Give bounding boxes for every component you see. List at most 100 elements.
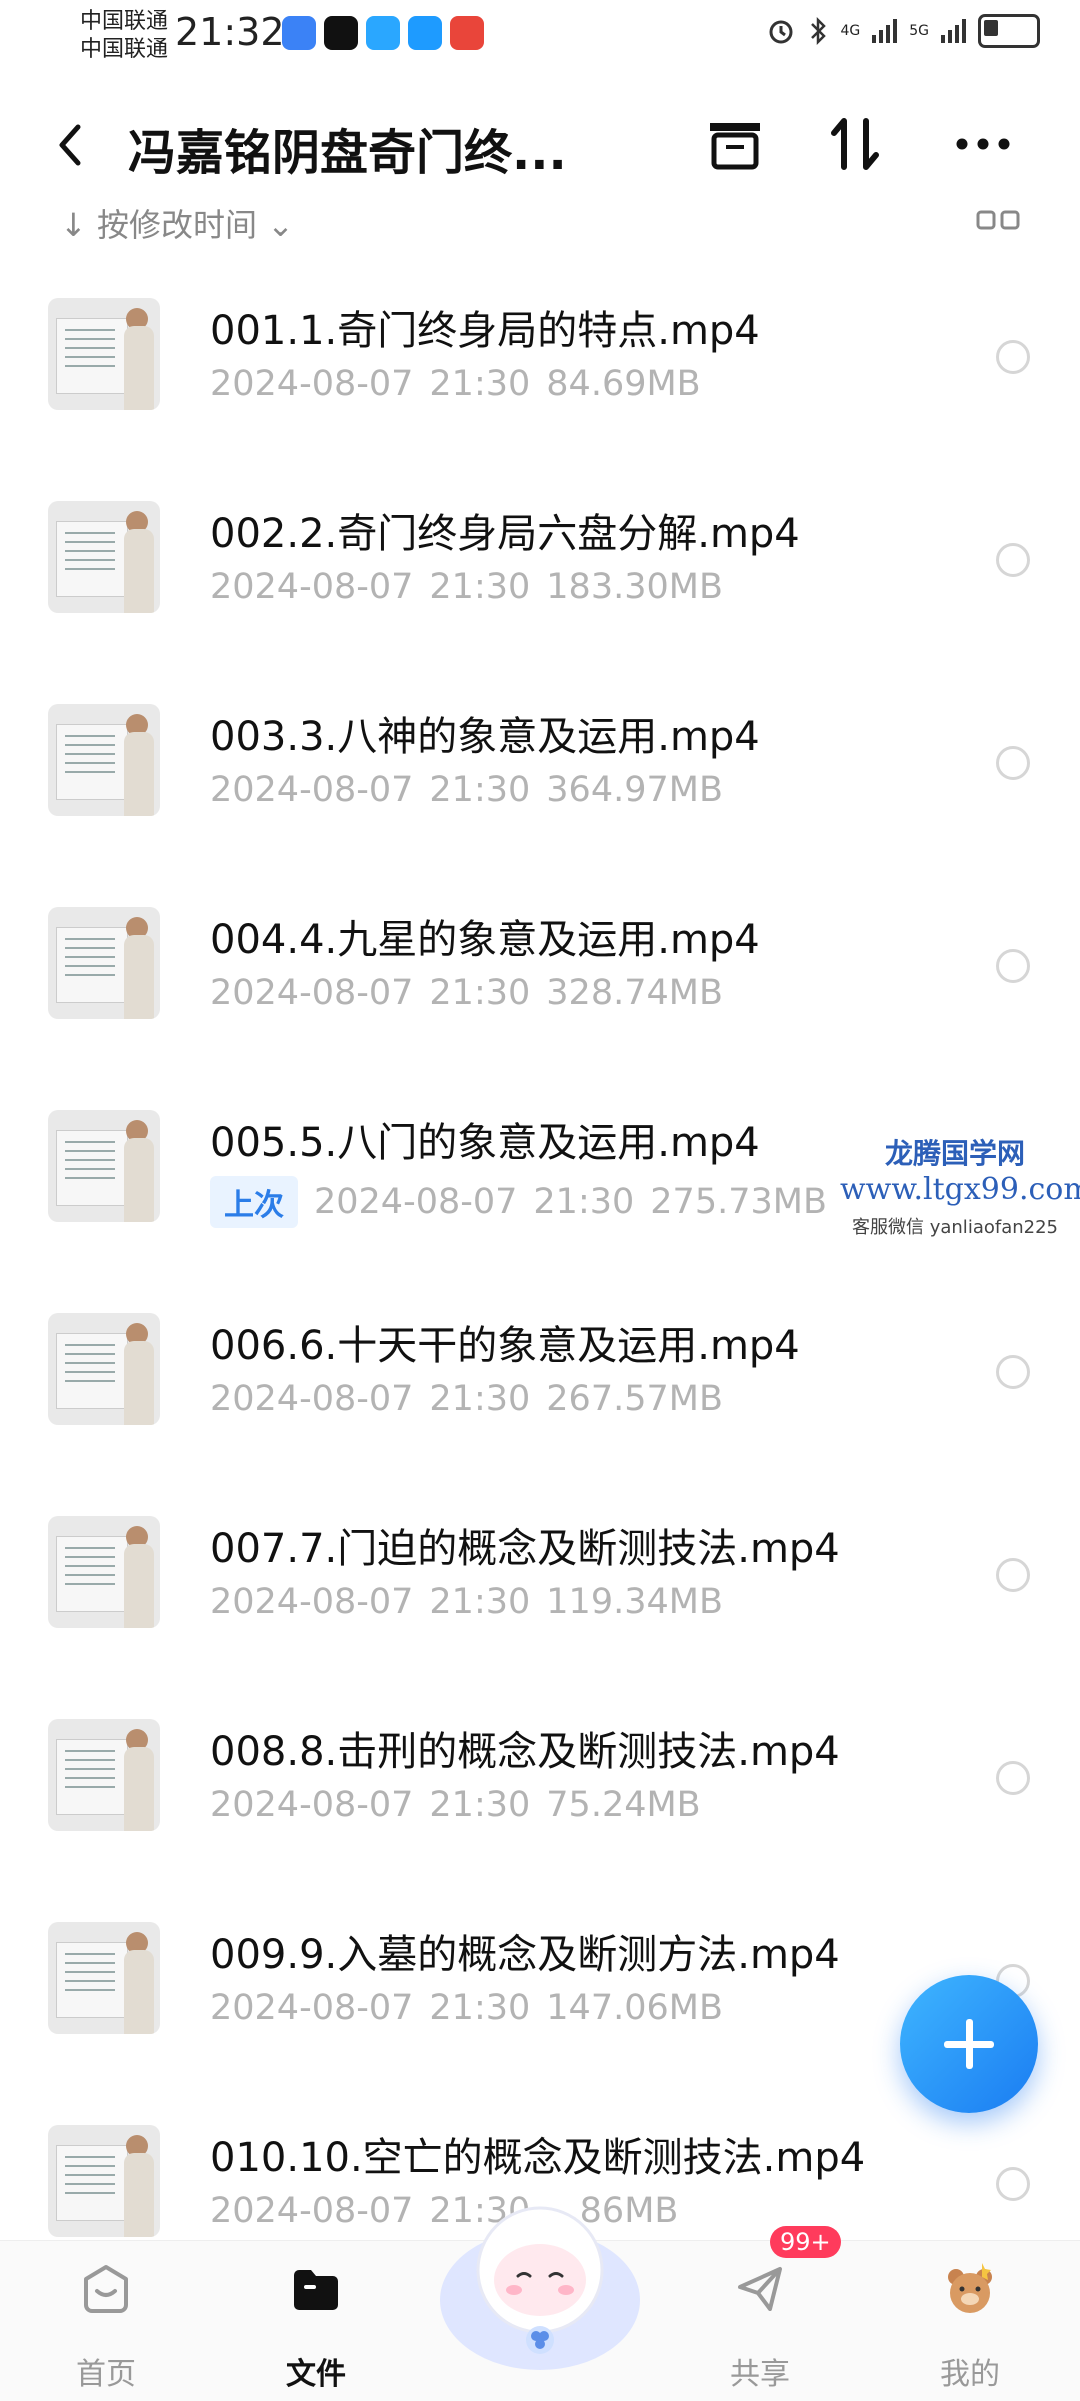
file-time: 21:30 xyxy=(429,567,531,607)
file-date: 2024-08-07 xyxy=(210,1379,414,1419)
file-name: 002.2.奇门终身局六盘分解.mp4 xyxy=(210,511,800,557)
select-radio[interactable] xyxy=(996,1558,1030,1592)
select-radio[interactable] xyxy=(996,1355,1030,1389)
signal-icon xyxy=(872,19,898,43)
whiteboard-image xyxy=(56,1942,128,2018)
system-indicators: 4G 5G xyxy=(766,14,1040,48)
bluetooth-icon xyxy=(811,16,827,46)
sort-icon[interactable] xyxy=(820,109,890,179)
search-app-icon xyxy=(408,16,442,50)
network-type-2: 5G xyxy=(909,23,929,39)
file-name: 009.9.入墓的概念及断测方法.mp4 xyxy=(210,1932,840,1978)
bear-avatar-icon xyxy=(948,2263,992,2313)
add-button[interactable] xyxy=(900,1975,1038,2113)
presenter-body xyxy=(124,1544,154,1628)
presenter-body xyxy=(124,326,154,410)
file-name: 006.6.十天干的象意及运用.mp4 xyxy=(210,1323,800,1369)
file-name: 004.4.九星的象意及运用.mp4 xyxy=(210,917,760,963)
select-radio[interactable] xyxy=(996,949,1030,983)
file-row[interactable]: 002.2.奇门终身局六盘分解.mp4 2024-08-07 21:30 183… xyxy=(0,481,1080,684)
file-meta: 2024-08-07 21:30 364.97MB xyxy=(210,770,723,810)
nav-home[interactable]: 首页 xyxy=(36,2241,176,2401)
select-radio[interactable] xyxy=(996,2167,1030,2201)
file-row[interactable]: 007.7.门迫的概念及断测技法.mp4 2024-08-07 21:30 11… xyxy=(0,1496,1080,1699)
file-row[interactable]: 001.1.奇门终身局的特点.mp4 2024-08-07 21:30 84.6… xyxy=(0,278,1080,481)
file-row[interactable]: 008.8.击刑的概念及断测技法.mp4 2024-08-07 21:30 75… xyxy=(0,1699,1080,1902)
presenter-body xyxy=(124,1341,154,1425)
archive-icon[interactable] xyxy=(700,109,770,179)
shopping-app-icon xyxy=(450,16,484,50)
file-date: 2024-08-07 xyxy=(314,1182,518,1222)
sort-label: 按修改时间 xyxy=(96,206,257,244)
file-size: 183.30MB xyxy=(546,567,723,607)
more-icon[interactable] xyxy=(948,109,1018,179)
chevron-down-icon: ⌄ xyxy=(267,206,294,244)
file-meta: 2024-08-07 21:30 119.34MB xyxy=(210,1582,723,1622)
file-size: 147.06MB xyxy=(546,1988,723,2028)
video-thumbnail xyxy=(48,907,160,1019)
signal-icon-2 xyxy=(941,19,966,43)
alarm-icon xyxy=(769,20,793,44)
video-thumbnail xyxy=(48,1313,160,1425)
file-row[interactable]: 003.3.八神的象意及运用.mp4 2024-08-07 21:30 364.… xyxy=(0,684,1080,887)
file-date: 2024-08-07 xyxy=(210,973,414,1013)
carrier-labels: 中国联通 中国联通 xyxy=(80,8,168,64)
whiteboard-image xyxy=(56,724,128,800)
nav-share[interactable]: 共享 xyxy=(690,2241,830,2401)
whiteboard-image xyxy=(56,1739,128,1815)
status-bar: 中国联通 中国联通 21:32 4G 5G xyxy=(0,0,1080,70)
file-size: 75.24MB xyxy=(546,1785,701,1825)
file-name: 008.8.击刑的概念及断测技法.mp4 xyxy=(210,1729,840,1775)
whiteboard-image xyxy=(56,1536,128,1612)
share-badge: 99+ xyxy=(770,2226,841,2258)
select-radio[interactable] xyxy=(996,543,1030,577)
mascot-icon[interactable] xyxy=(430,2180,650,2380)
select-radio[interactable] xyxy=(996,1761,1030,1795)
select-radio[interactable] xyxy=(996,746,1030,780)
nav-me[interactable]: 我的 xyxy=(900,2241,1040,2401)
whiteboard-image xyxy=(56,318,128,394)
file-date: 2024-08-07 xyxy=(210,1988,414,2028)
file-row[interactable]: 004.4.九星的象意及运用.mp4 2024-08-07 21:30 328.… xyxy=(0,887,1080,1090)
presenter-body xyxy=(124,1747,154,1831)
select-radio[interactable] xyxy=(996,340,1030,374)
video-thumbnail xyxy=(48,1110,160,1222)
presenter-body xyxy=(124,529,154,613)
file-time: 21:30 xyxy=(429,1988,531,2028)
sort-arrow-icon: ↓ xyxy=(60,206,87,244)
whiteboard-image xyxy=(56,521,128,597)
video-thumbnail xyxy=(48,704,160,816)
grid-view-icon[interactable] xyxy=(976,206,1020,236)
nav-files[interactable]: 文件 xyxy=(246,2241,386,2401)
video-thumbnail xyxy=(48,1516,160,1628)
back-arrow-icon[interactable] xyxy=(48,117,96,173)
whiteboard-image xyxy=(56,1333,128,1409)
header: 冯嘉铭阴盘奇门终... xyxy=(0,95,1080,195)
app-notification-icon xyxy=(282,16,316,50)
tiktok-icon xyxy=(324,16,358,50)
watermark-contact: 客服微信 yanliaofan225 xyxy=(852,1217,1058,1238)
sort-selector[interactable]: ↓ 按修改时间 ⌄ xyxy=(60,200,294,246)
presenter-body xyxy=(124,1138,154,1222)
file-size: 119.34MB xyxy=(546,1582,723,1622)
carrier-2: 中国联通 xyxy=(80,37,169,62)
nav-me-label: 我的 xyxy=(940,2357,1000,2392)
home-icon xyxy=(84,2265,128,2313)
file-time: 21:30 xyxy=(429,1379,531,1419)
file-name: 001.1.奇门终身局的特点.mp4 xyxy=(210,308,760,354)
presenter-body xyxy=(124,935,154,1019)
file-meta: 2024-08-07 21:30 75.24MB xyxy=(210,1785,701,1825)
file-size: 328.74MB xyxy=(546,973,723,1013)
file-size: 275.73MB xyxy=(650,1182,827,1222)
presenter-body xyxy=(124,1950,154,2034)
video-thumbnail xyxy=(48,1922,160,2034)
file-meta: 2024-08-07 21:30 267.57MB xyxy=(210,1379,723,1419)
file-time: 21:30 xyxy=(429,364,531,404)
file-time: 21:30 xyxy=(533,1182,635,1222)
file-name: 007.7.门迫的概念及断测技法.mp4 xyxy=(210,1526,840,1572)
watermark: 龙腾国学网 www.ltgx99.com 客服微信 yanliaofan225 xyxy=(840,1132,1080,1239)
weather-icon xyxy=(366,16,400,50)
file-row[interactable]: 006.6.十天干的象意及运用.mp4 2024-08-07 21:30 267… xyxy=(0,1293,1080,1496)
nav-share-label: 共享 xyxy=(730,2357,790,2392)
file-meta: 2024-08-07 21:30 328.74MB xyxy=(210,973,723,1013)
